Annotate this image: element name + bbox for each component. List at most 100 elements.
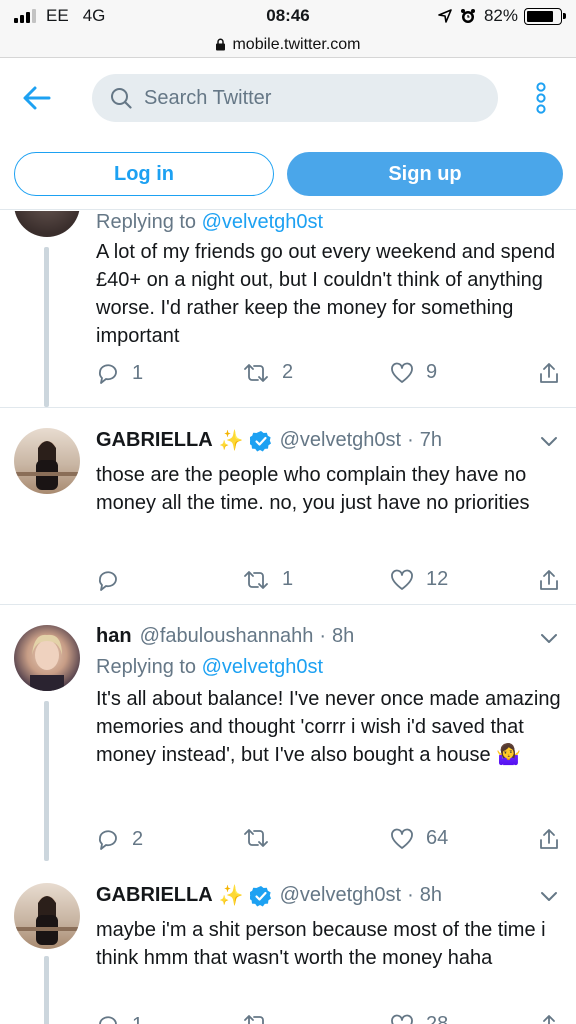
chevron-down-icon[interactable] [540, 436, 558, 448]
like-button[interactable]: 12 [390, 568, 448, 591]
tweet-text-body: It's all about balance! I've never once … [96, 688, 561, 766]
location-arrow-icon [438, 9, 452, 23]
tweet-header: GABRIELLA ✨ @velvetgh0st · 8h [96, 884, 442, 907]
lock-icon [216, 38, 226, 51]
retweet-button[interactable]: 1 [242, 568, 293, 591]
tweet-text: It's all about balance! I've never once … [96, 685, 566, 769]
thread-line [44, 701, 49, 861]
signup-button[interactable]: Sign up [287, 152, 563, 196]
share-button[interactable] [538, 361, 560, 385]
tweet-header: GABRIELLA ✨ @velvetgh0st · 7h [96, 429, 442, 452]
avatar-image [30, 634, 64, 691]
timestamp[interactable]: 8h [332, 625, 354, 648]
thread-line [44, 956, 49, 1024]
handle[interactable]: @velvetgh0st [280, 429, 401, 452]
more-options-icon[interactable] [533, 82, 549, 114]
retweet-icon [244, 363, 268, 382]
share-button[interactable] [538, 827, 560, 851]
reply-button[interactable] [96, 568, 132, 592]
login-button[interactable]: Log in [14, 152, 274, 196]
retweet-icon [244, 570, 268, 589]
top-nav: Search Twitter [0, 58, 576, 138]
tweet-text: A lot of my friends go out every weekend… [96, 241, 556, 347]
heart-icon [391, 828, 413, 849]
like-button[interactable]: 9 [390, 361, 437, 384]
handle[interactable]: @velvetgh0st [280, 884, 401, 907]
sparkle-emoji: ✨ [218, 885, 244, 907]
heart-icon [391, 569, 413, 590]
reply-icon [98, 830, 117, 850]
search-input[interactable]: Search Twitter [92, 74, 498, 122]
retweet-icon [244, 829, 268, 847]
tweet-text: those are the people who complain they h… [96, 464, 530, 514]
retweet-count: 1 [282, 568, 294, 590]
share-icon [540, 363, 558, 383]
retweet-button[interactable]: 2 [242, 361, 293, 384]
like-count: 64 [426, 827, 449, 849]
timestamp[interactable]: 7h [420, 429, 442, 452]
share-button[interactable] [538, 568, 560, 592]
replying-to: Replying to @velvetgh0st [96, 211, 324, 233]
reply-count: 1 [132, 1014, 143, 1024]
reply-handle-link[interactable]: @velvetgh0st [202, 656, 323, 678]
reply-button[interactable]: 2 [96, 827, 143, 851]
tweet[interactable]: han @fabuloushannahh · 8h Replying to @v… [0, 605, 576, 861]
thread-line [44, 247, 49, 407]
avatar-image [14, 441, 80, 490]
share-icon [540, 829, 558, 849]
replying-to: Replying to @velvetgh0st [96, 656, 324, 678]
search-icon [111, 88, 132, 109]
reply-icon [99, 1016, 117, 1024]
tweet-actions: 1 12 [96, 568, 566, 596]
back-arrow-icon[interactable] [22, 84, 52, 112]
auth-bar: Log in Sign up [0, 138, 576, 210]
retweet-button[interactable] [242, 827, 282, 849]
tweet-actions: 2 64 [96, 827, 566, 855]
heart-icon [391, 362, 413, 383]
status-right: 82% [438, 6, 566, 26]
retweet-button[interactable] [242, 1013, 270, 1024]
tweet-actions: 1 2 9 [96, 361, 566, 389]
like-button[interactable]: 64 [390, 827, 448, 850]
avatar[interactable] [14, 625, 80, 691]
handle[interactable]: @fabuloushannahh [140, 625, 314, 648]
like-button[interactable]: 28 [390, 1013, 448, 1024]
reply-count: 1 [132, 361, 144, 384]
avatar[interactable] [14, 428, 80, 494]
avatar[interactable] [14, 883, 80, 949]
tweet-actions: 1 28 [96, 1013, 566, 1024]
chevron-down-icon[interactable] [540, 633, 558, 645]
display-name[interactable]: han [96, 625, 132, 648]
verified-badge-icon [249, 885, 271, 906]
avatar[interactable] [14, 211, 80, 237]
battery-icon [524, 7, 566, 25]
alarm-icon [460, 9, 475, 23]
reply-handle-link[interactable]: @velvetgh0st [202, 211, 323, 233]
sparkle-emoji: ✨ [218, 430, 244, 452]
url-text: mobile.twitter.com [232, 35, 361, 53]
display-name[interactable]: GABRIELLA [96, 429, 213, 452]
reply-button[interactable]: 1 [96, 1013, 143, 1024]
tweet[interactable]: GABRIELLA ✨ @velvetgh0st · 8h maybe i'm … [0, 861, 576, 1024]
share-icon [540, 570, 558, 590]
share-icon [543, 1015, 555, 1024]
tweet-header: han @fabuloushannahh · 8h [96, 625, 355, 648]
url-bar[interactable]: mobile.twitter.com [0, 32, 576, 58]
avatar-image [14, 896, 80, 945]
retweet-count: 2 [282, 361, 294, 383]
reply-button[interactable]: 1 [96, 361, 143, 385]
share-button[interactable] [538, 1013, 560, 1024]
timestamp[interactable]: 8h [420, 884, 442, 907]
like-count: 12 [426, 568, 449, 590]
tweet[interactable]: Replying to @velvetgh0st A lot of my fri… [0, 211, 576, 407]
status-bar: EE 4G 08:46 82% [0, 0, 576, 32]
chevron-down-icon[interactable] [540, 891, 558, 903]
like-count: 28 [426, 1013, 449, 1024]
tweet[interactable]: GABRIELLA ✨ @velvetgh0st · 7h those are … [0, 408, 576, 604]
like-count: 9 [426, 361, 438, 383]
reply-icon [98, 571, 117, 591]
tweet-feed[interactable]: Replying to @velvetgh0st A lot of my fri… [0, 211, 576, 1024]
display-name[interactable]: GABRIELLA [96, 884, 213, 907]
reply-icon [98, 364, 117, 384]
battery-percent: 82% [483, 6, 518, 25]
